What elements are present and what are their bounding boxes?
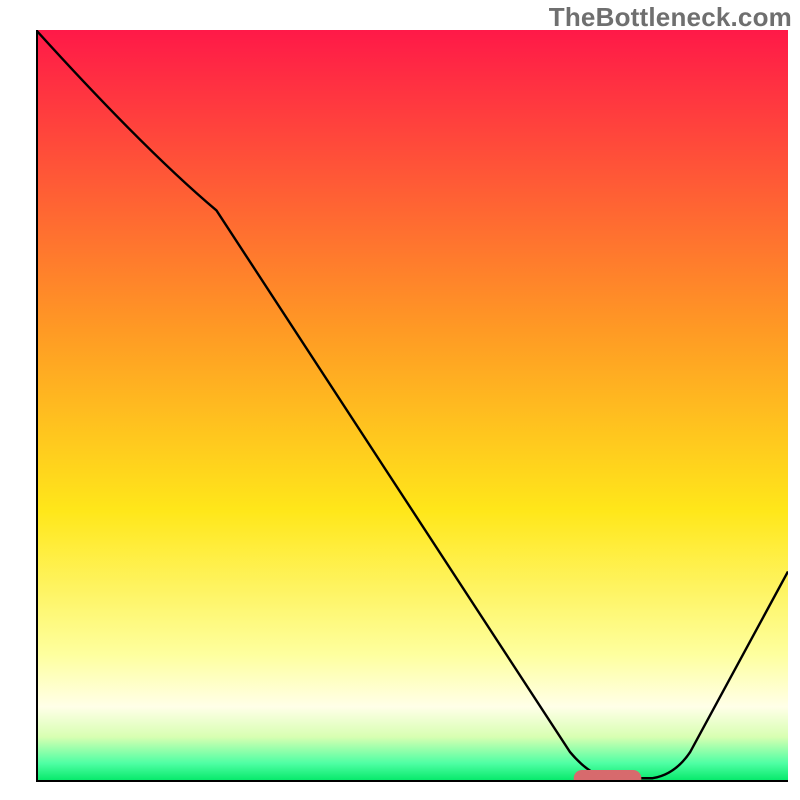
plot-background: [36, 30, 788, 782]
watermark-text: TheBottleneck.com: [549, 2, 792, 33]
chart-container: TheBottleneck.com: [0, 0, 800, 800]
bottleneck-chart: [36, 30, 788, 782]
